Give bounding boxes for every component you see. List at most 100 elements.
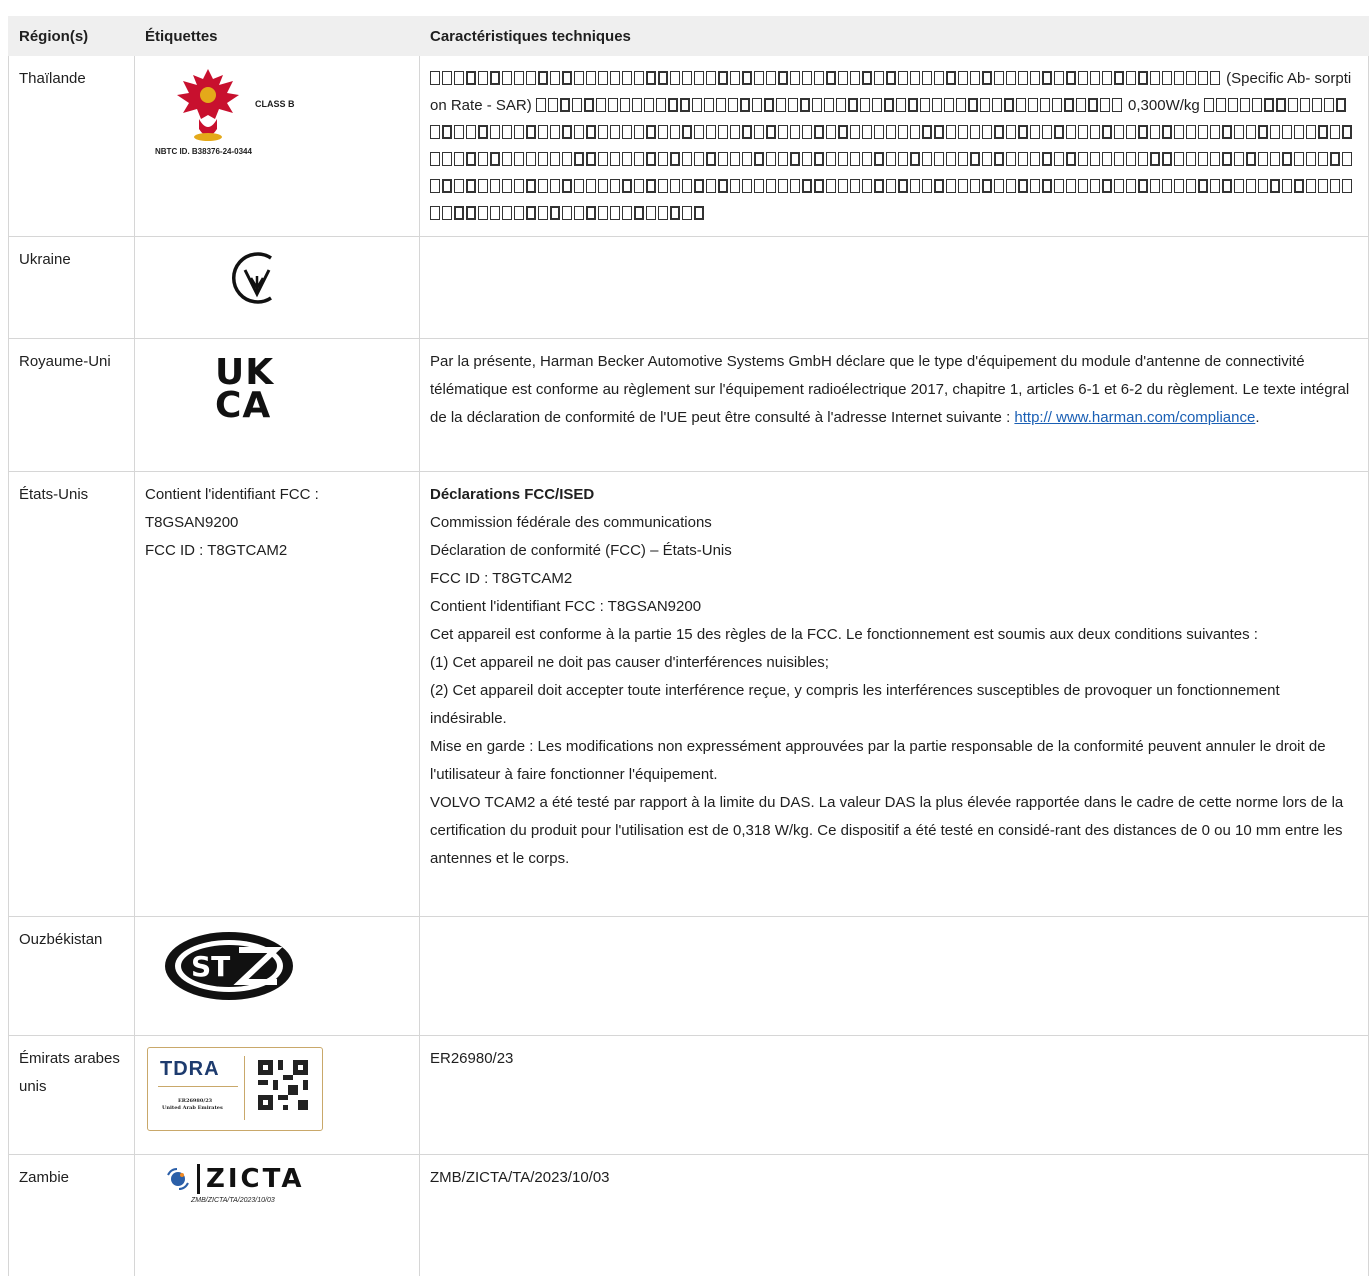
missing-glyph-box (1311, 98, 1322, 112)
missing-glyph-box (955, 98, 966, 112)
missing-glyph-box (430, 206, 440, 220)
missing-glyph-box (1330, 152, 1340, 166)
missing-glyph-box (478, 71, 488, 85)
missing-glyph-box (970, 125, 980, 139)
missing-glyph-box (1323, 98, 1334, 112)
missing-glyph-box (1054, 71, 1064, 85)
missing-glyph-box (910, 179, 920, 193)
missing-glyph-box (694, 152, 704, 166)
missing-glyph-box (682, 179, 692, 193)
missing-glyph-box (1198, 179, 1208, 193)
missing-glyph-box (706, 71, 716, 85)
table-row-uae: Émirats arabes unis TDRA ER26980/23 Unit… (8, 1035, 1369, 1155)
missing-glyph-box (1114, 71, 1124, 85)
missing-glyph-box (1174, 152, 1184, 166)
missing-glyph-box (742, 179, 752, 193)
missing-glyph-box (1162, 179, 1172, 193)
missing-glyph-box (586, 152, 596, 166)
missing-glyph-box (838, 125, 848, 139)
missing-glyph-box (490, 206, 500, 220)
missing-glyph-box (1138, 179, 1148, 193)
qr-code-icon (258, 1060, 308, 1110)
missing-glyph-box (922, 179, 932, 193)
missing-glyph-box (847, 98, 858, 112)
missing-glyph-box (898, 125, 908, 139)
missing-glyph-box (670, 71, 680, 85)
fcc-line: Cet appareil est conforme à la partie 15… (430, 626, 1258, 643)
missing-glyph-box (1126, 71, 1136, 85)
missing-glyph-box (826, 71, 836, 85)
missing-glyph-box (1174, 125, 1184, 139)
missing-glyph-box (694, 206, 704, 220)
missing-glyph-box (478, 125, 488, 139)
missing-glyph-box (1318, 125, 1328, 139)
missing-glyph-box (466, 179, 476, 193)
missing-glyph-box (742, 152, 752, 166)
missing-glyph-box (478, 179, 488, 193)
zicta-logo: ZICTA ZMB/ZICTA/TA/2023/10/03 (165, 1160, 325, 1210)
missing-glyph-box (1066, 71, 1076, 85)
missing-glyph-box (946, 125, 956, 139)
missing-glyph-box (730, 179, 740, 193)
missing-glyph-box (643, 98, 654, 112)
missing-glyph-box (1246, 152, 1256, 166)
missing-glyph-box (1051, 98, 1062, 112)
missing-glyph-box (907, 98, 918, 112)
zicta-code: ZMB/ZICTA/TA/2023/10/03 (191, 1197, 275, 1204)
missing-glyph-box (814, 125, 824, 139)
missing-glyph-box (934, 179, 944, 193)
missing-glyph-box (814, 152, 824, 166)
missing-glyph-box (442, 71, 452, 85)
missing-glyph-box (910, 71, 920, 85)
missing-glyph-box (754, 152, 764, 166)
table-row-zambia: Zambie ZICTA ZMB/ZICTA/TA/2023/10/03 ZMB… (8, 1154, 1369, 1276)
missing-glyph-box (790, 71, 800, 85)
missing-glyph-box (598, 152, 608, 166)
missing-glyph-box (1042, 179, 1052, 193)
missing-glyph-box (943, 98, 954, 112)
missing-glyph-box (1198, 71, 1208, 85)
missing-glyph-box (610, 125, 620, 139)
missing-glyph-box (466, 206, 476, 220)
missing-glyph-box (526, 179, 536, 193)
spec-cell: Déclarations FCC/ISED Commission fédéral… (419, 471, 1369, 917)
missing-glyph-box (862, 71, 872, 85)
missing-glyph-box (619, 98, 630, 112)
thailand-class-label: CLASS B (255, 99, 295, 109)
missing-glyph-box (502, 71, 512, 85)
label-cell: UK CA (134, 338, 420, 472)
missing-glyph-box (1318, 179, 1328, 193)
missing-glyph-box (1150, 71, 1160, 85)
missing-glyph-box (979, 98, 990, 112)
missing-glyph-box (1282, 125, 1292, 139)
thailand-nbtc-id: NBTC ID. B38376-24-0344 (155, 147, 252, 156)
missing-glyph-box (610, 152, 620, 166)
fcc-line: Contient l'identifiant FCC : T8GSAN9200 (430, 598, 702, 615)
missing-glyph-box (610, 71, 620, 85)
region-cell: Royaume-Uni (8, 338, 135, 472)
missing-glyph-box (730, 71, 740, 85)
missing-glyph-box (502, 206, 512, 220)
missing-glyph-box (610, 179, 620, 193)
zicta-brand: ZICTA (197, 1164, 304, 1194)
missing-glyph-box (751, 98, 762, 112)
missing-glyph-box (526, 125, 536, 139)
missing-glyph-box (610, 206, 620, 220)
garuda-emblem-icon (177, 69, 239, 141)
compliance-link[interactable]: http:// www.harman.com/compliance (1014, 409, 1255, 426)
missing-glyph-box (1006, 179, 1016, 193)
missing-glyph-box (562, 71, 572, 85)
missing-glyph-box (1114, 179, 1124, 193)
missing-glyph-box (1294, 125, 1304, 139)
missing-glyph-box (442, 179, 452, 193)
missing-glyph-box (1099, 98, 1110, 112)
missing-glyph-box (1227, 98, 1238, 112)
missing-glyph-box (1210, 152, 1220, 166)
missing-glyph-box (922, 71, 932, 85)
missing-glyph-box (682, 206, 692, 220)
missing-glyph-box (538, 206, 548, 220)
missing-glyph-box (550, 206, 560, 220)
missing-glyph-box (718, 179, 728, 193)
missing-glyph-box (466, 152, 476, 166)
missing-glyph-box (835, 98, 846, 112)
